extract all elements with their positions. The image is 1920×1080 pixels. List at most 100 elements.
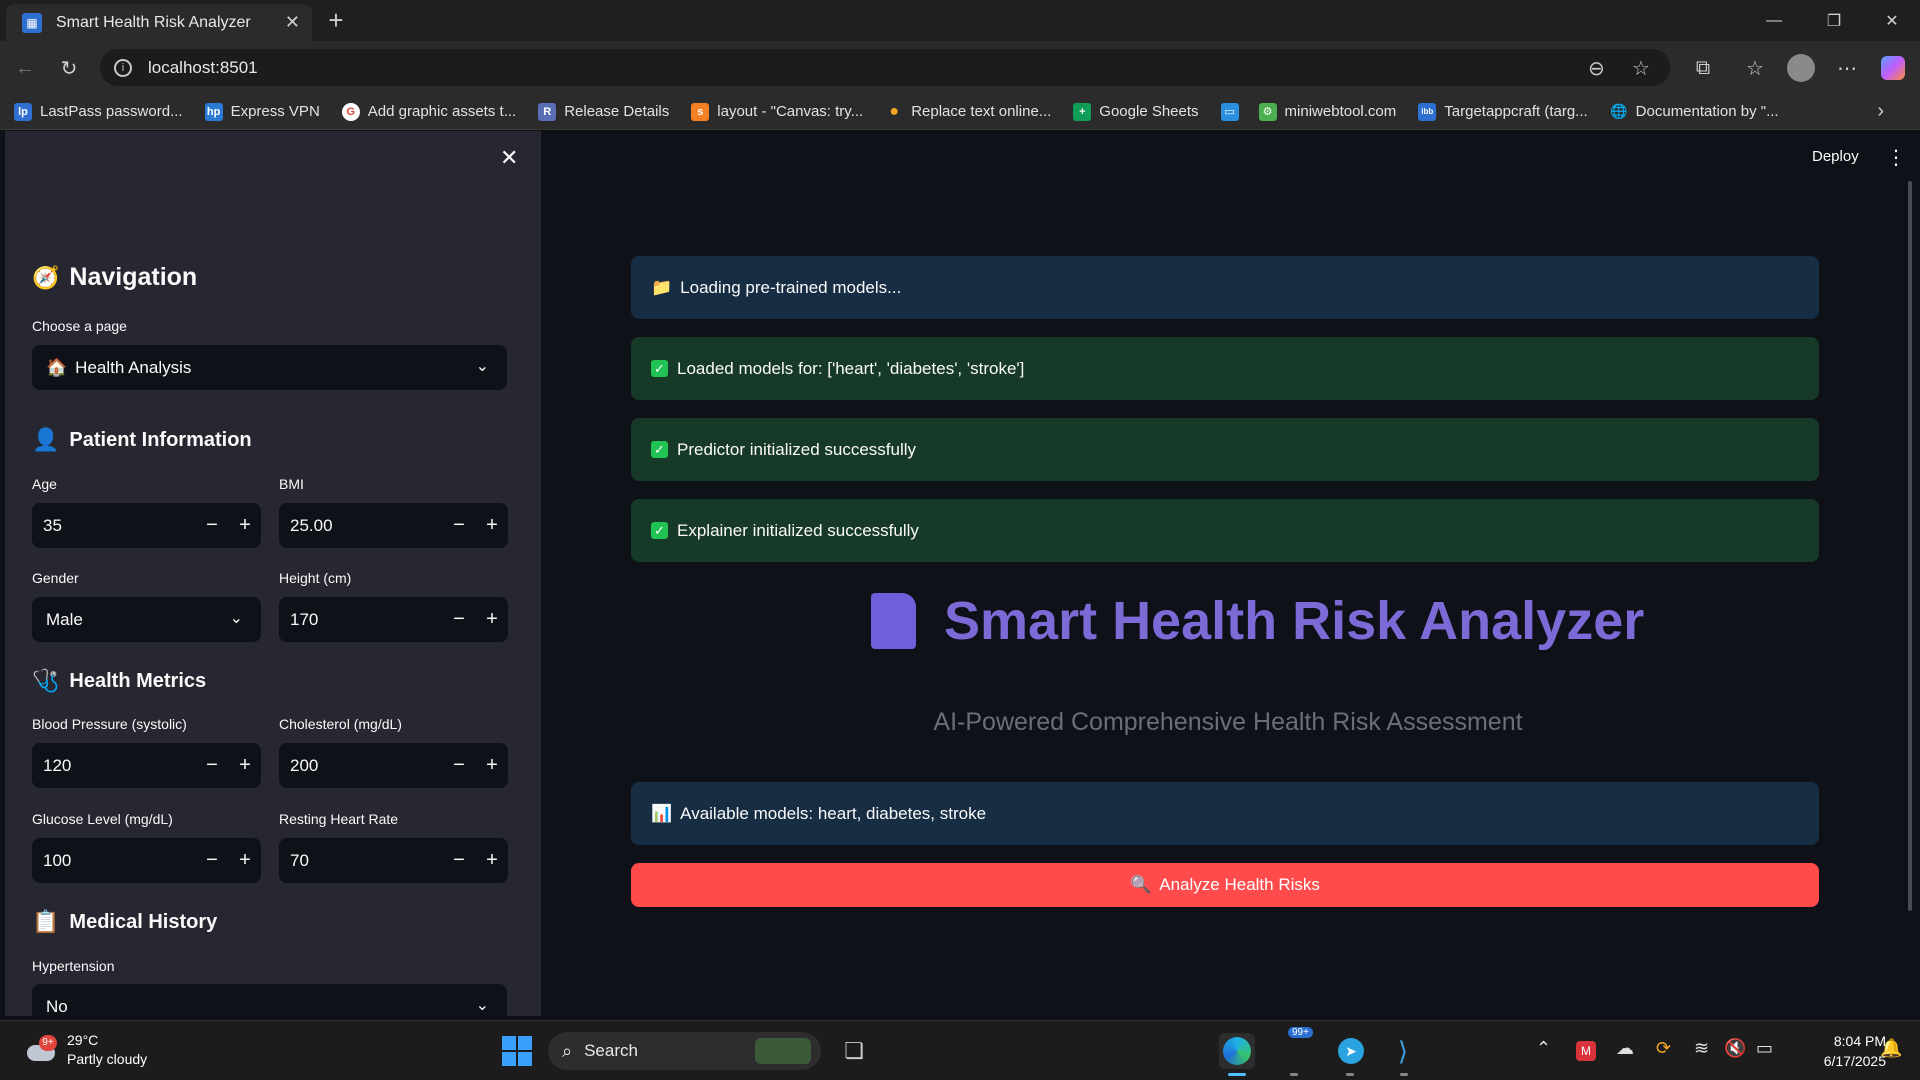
edge-taskbar-icon[interactable] — [1219, 1033, 1255, 1069]
chevron-up-icon[interactable]: ⌃ — [1536, 1038, 1551, 1059]
browser-tab[interactable]: ▦ Smart Health Risk Analyzer ✕ — [6, 4, 312, 41]
miniwebtool-icon: ⚙ — [1258, 102, 1277, 121]
window-close-icon[interactable]: ✕ — [1864, 0, 1920, 41]
bp-increment-button[interactable]: + — [229, 743, 261, 788]
telegram-taskbar-icon[interactable]: 99+ — [1284, 1027, 1320, 1069]
bookmark-lastpass[interactable]: lp LastPass password... — [14, 102, 183, 121]
globe-icon: 🌐 — [1609, 103, 1628, 119]
onedrive-icon[interactable]: ☁ — [1616, 1038, 1634, 1059]
chevron-down-icon: ⌄ — [475, 997, 489, 1014]
close-tab-icon[interactable]: ✕ — [285, 12, 300, 33]
bookmark-replace-text[interactable]: ● Replace text online... — [885, 103, 1051, 121]
bookmark-documentation[interactable]: 🌐 Documentation by "... — [1610, 103, 1779, 121]
heart-rate-label: Resting Heart Rate — [279, 811, 399, 827]
scrollbar[interactable] — [1908, 181, 1912, 911]
analyze-health-risks-button[interactable]: 🔍 Analyze Health Risks — [631, 863, 1819, 907]
age-decrement-button[interactable]: − — [195, 503, 229, 548]
wifi-icon[interactable]: ≋ — [1694, 1038, 1709, 1059]
google-icon: G — [341, 102, 360, 121]
more-menu-icon[interactable]: ⋯ — [1830, 51, 1864, 85]
extensions-icon[interactable]: ⧉ — [1686, 51, 1720, 85]
sync-icon[interactable]: ⟳ — [1656, 1038, 1671, 1059]
height-increment-button[interactable]: + — [476, 597, 508, 642]
age-label: Age — [32, 476, 57, 492]
loading-info-alert: 📁 Loading pre-trained models... — [631, 256, 1819, 319]
profile-avatar[interactable] — [1784, 51, 1818, 85]
bmi-decrement-button[interactable]: − — [442, 503, 476, 548]
heart-rate-increment-button[interactable]: + — [476, 838, 508, 883]
weather-condition: Partly cloudy — [67, 1051, 148, 1067]
bookmark-app[interactable]: ▭ — [1220, 102, 1247, 121]
back-icon[interactable]: ← — [8, 51, 42, 85]
copilot-icon[interactable] — [1876, 51, 1910, 85]
cholesterol-increment-button[interactable]: + — [476, 743, 508, 788]
document-icon — [871, 593, 916, 649]
glucose-increment-button[interactable]: + — [229, 838, 261, 883]
glucose-decrement-button[interactable]: − — [195, 838, 229, 883]
bookmark-release-details[interactable]: R Release Details — [538, 102, 669, 121]
taskbar-search[interactable]: ⌕ Search — [548, 1032, 821, 1070]
refresh-icon[interactable]: ↻ — [52, 51, 86, 85]
height-label: Height (cm) — [279, 570, 352, 586]
main-content: Deploy ⋮ 📁 Loading pre-trained models...… — [541, 131, 1915, 1016]
gender-select[interactable]: Male ⌄ — [32, 597, 261, 642]
replace-icon: ● — [889, 102, 900, 120]
zoom-out-icon[interactable]: ⊖ — [1588, 56, 1605, 81]
bookmark-graphic-assets[interactable]: G Add graphic assets t... — [341, 102, 516, 121]
restore-icon[interactable]: ❐ — [1806, 0, 1862, 41]
windows-start-icon[interactable] — [502, 1036, 532, 1066]
cholesterol-decrement-button[interactable]: − — [442, 743, 476, 788]
glucose-label: Glucose Level (mg/dL) — [32, 811, 173, 827]
bmi-input[interactable]: 25.00 − + — [279, 503, 508, 548]
hypertension-label: Hypertension — [32, 958, 115, 974]
new-tab-button[interactable]: + — [320, 6, 352, 34]
notification-bell-icon[interactable]: 🔔 — [1880, 1038, 1902, 1059]
chevron-right-icon[interactable]: › — [1877, 100, 1884, 123]
bookmark-express-vpn[interactable]: hp Express VPN — [204, 102, 320, 121]
telegram-icon[interactable]: ➤ — [1333, 1033, 1369, 1069]
cholesterol-input[interactable]: 200 − + — [279, 743, 508, 788]
gender-label: Gender — [32, 570, 79, 586]
sidebar-close-icon[interactable]: ✕ — [500, 145, 518, 171]
url-bar[interactable]: i localhost:8501 ⊖ ☆ — [100, 49, 1670, 86]
vscode-taskbar-icon[interactable]: ⟩ — [1385, 1033, 1421, 1069]
browser-tab-bar: ▦ Smart Health Risk Analyzer ✕ + — ❐ ✕ — [0, 0, 1920, 41]
cholesterol-label: Cholesterol (mg/dL) — [279, 716, 402, 732]
sheets-icon: + — [1073, 102, 1092, 121]
weather-widget[interactable]: 9+ 29°C Partly cloudy — [25, 1031, 147, 1069]
temperature: 29°C — [67, 1032, 99, 1048]
bookmark-layout-canvas[interactable]: s layout - "Canvas: try... — [691, 102, 863, 121]
bookmark-google-sheets[interactable]: + Google Sheets — [1073, 102, 1199, 121]
bar-chart-icon: 📊 — [651, 803, 673, 823]
minimize-icon[interactable]: — — [1746, 0, 1802, 41]
app-menu-icon[interactable]: ⋮ — [1886, 145, 1906, 170]
bookmark-targetappcraft[interactable]: ibb Targetappcraft (targ... — [1418, 102, 1588, 121]
bp-decrement-button[interactable]: − — [195, 743, 229, 788]
favorites-icon[interactable]: ☆ — [1738, 51, 1772, 85]
age-increment-button[interactable]: + — [229, 503, 261, 548]
volume-muted-icon[interactable]: 🔇 — [1724, 1038, 1746, 1059]
bmi-increment-button[interactable]: + — [476, 503, 508, 548]
blood-pressure-input[interactable]: 120 − + — [32, 743, 261, 788]
battery-icon[interactable]: ▭ — [1756, 1038, 1773, 1059]
site-info-icon[interactable]: i — [114, 58, 132, 77]
blood-pressure-label: Blood Pressure (systolic) — [32, 716, 187, 732]
task-view-icon[interactable]: ❏ — [836, 1033, 872, 1069]
bookmark-miniwebtool[interactable]: ⚙ miniwebtool.com — [1258, 102, 1396, 121]
age-input[interactable]: 35 − + — [32, 503, 261, 548]
system-clock[interactable]: 8:04 PM 6/17/2025 — [1796, 1031, 1886, 1071]
height-input[interactable]: 170 − + — [279, 597, 508, 642]
favorite-star-icon[interactable]: ☆ — [1632, 56, 1650, 81]
hypertension-select[interactable]: No ⌄ — [32, 984, 507, 1016]
height-decrement-button[interactable]: − — [442, 597, 476, 642]
deploy-button[interactable]: Deploy — [1812, 148, 1859, 165]
mcafee-icon[interactable]: M — [1576, 1041, 1596, 1061]
navigation-heading: 🧭 Navigation — [32, 263, 198, 291]
glucose-input[interactable]: 100 − + — [32, 838, 261, 883]
cloud-icon: 9+ — [25, 1035, 59, 1065]
heart-rate-input[interactable]: 70 − + — [279, 838, 508, 883]
stackoverflow-icon: s — [691, 102, 710, 121]
page-select[interactable]: 🏠 Health Analysis ⌄ — [32, 345, 507, 390]
heart-rate-decrement-button[interactable]: − — [442, 838, 476, 883]
person-icon: 👤 — [32, 427, 60, 452]
